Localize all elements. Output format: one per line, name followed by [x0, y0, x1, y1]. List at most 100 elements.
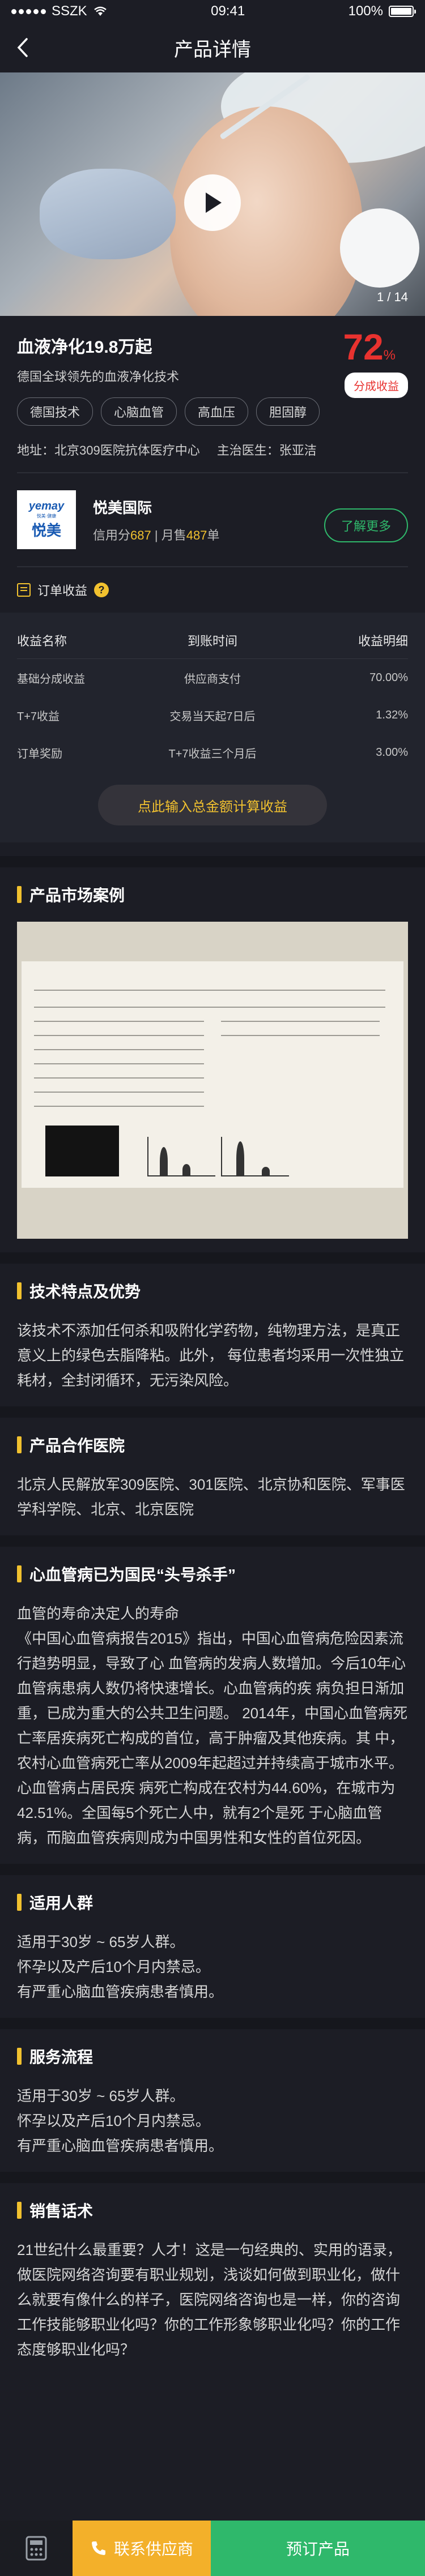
table-cell: 供应商支付	[184, 673, 241, 686]
section-body: 该技术不添加任何杀和吸附化学药物，纯物理方法，是真正意义上的绿色去脂降粘。此外，…	[17, 1322, 405, 1389]
section-process: 服务流程 适用于30岁 ~ 65岁人群。 怀孕以及产后10个月内禁忌。 有严重心…	[0, 2018, 425, 2158]
report-line	[34, 1007, 385, 1008]
section-body: 21世纪什么最重要？人才！这是一句经典的、实用的语录，做医院网络咨询要有职业规划…	[17, 2241, 402, 2358]
doctor: 主治医生：张亚洁	[216, 443, 317, 457]
revenue-table: 收益名称 到账时间 收益明细 基础分成收益 供应商支付 70.00% T+7收益…	[0, 613, 425, 842]
section-title: 产品市场案例	[29, 887, 125, 904]
carousel-indicator: 1 / 14	[376, 290, 408, 304]
learn-more-button[interactable]: 了解更多	[324, 508, 408, 542]
table-header-row: 收益名称 到账时间 收益明细	[17, 622, 408, 659]
back-button[interactable]	[10, 35, 35, 60]
section-separator	[0, 2172, 425, 2183]
report-line	[34, 1092, 204, 1093]
contact-label: 联系供应商	[113, 2540, 193, 2558]
section-title: 产品合作医院	[29, 1437, 125, 1454]
histogram-peak	[182, 1164, 190, 1175]
tag[interactable]: 高血压	[185, 397, 249, 426]
logo-text-bottom: 悦美	[31, 521, 61, 539]
hero-video[interactable]: 1 / 14	[0, 72, 425, 316]
tag[interactable]: 胆固醇	[256, 397, 320, 426]
histogram-peak	[262, 1167, 270, 1175]
meta-sep: |	[154, 528, 162, 542]
section-separator	[0, 1406, 425, 1418]
section-title: 销售话术	[29, 2202, 94, 2220]
column-header: 到账时间	[187, 634, 237, 648]
credit-label: 信用分	[93, 528, 131, 542]
product-header: 血液净化19.8万起 德国全球领先的血液净化技术 72% 分成收益 德国技术 心…	[0, 316, 425, 472]
supplier-card: yemay 悦美·健康 悦美 悦美国际 信用分687 | 月售487单 了解更多	[0, 473, 425, 566]
play-icon	[206, 192, 222, 213]
share-percent-value: 72	[343, 327, 384, 367]
share-percent: 72%	[343, 326, 396, 368]
section-accent-bar	[17, 886, 22, 903]
table-cell: 订单奖励	[17, 747, 62, 760]
address: 地址：北京309医院抗体医疗中心	[17, 443, 200, 457]
histogram-peak	[236, 1141, 244, 1175]
hero-glove-shape	[40, 169, 176, 259]
status-left: SSZK	[11, 3, 108, 19]
column-header: 收益名称	[17, 634, 67, 648]
section-header: 销售话术	[17, 2183, 408, 2237]
report-line	[34, 1077, 204, 1079]
section-accent-bar	[17, 2048, 22, 2065]
revenue-header: 订单收益 ?	[0, 567, 425, 613]
tag[interactable]: 心脑血管	[101, 397, 177, 426]
section-body: 适用于30岁 ~ 65岁人群。 怀孕以及产后10个月内禁忌。 有严重心脑血管疾病…	[17, 2087, 224, 2154]
table-cell: 70.00%	[369, 671, 408, 684]
status-time: 09:41	[211, 3, 245, 19]
logo-text-mid: 悦美·健康	[36, 513, 57, 519]
section-accent-bar	[17, 1565, 22, 1582]
report-scatter-plot	[45, 1126, 119, 1176]
credit-value: 687	[130, 528, 151, 542]
section-title: 技术特点及优势	[29, 1283, 141, 1300]
section-title: 适用人群	[29, 1894, 94, 1912]
supplier-meta: 信用分687 | 月售487单	[93, 525, 219, 544]
help-icon[interactable]: ?	[94, 583, 109, 597]
table-row: 订单奖励 T+7收益三个月后 3.00%	[17, 734, 408, 771]
report-line	[34, 1106, 204, 1107]
column-header: 收益明细	[358, 634, 408, 648]
report-histogram	[147, 1137, 215, 1176]
lab-report-image[interactable]	[17, 922, 408, 1239]
calculate-revenue-button[interactable]: 点此输入总金额计算收益	[98, 785, 327, 825]
book-product-button[interactable]: 预订产品	[211, 2521, 425, 2576]
battery-fill	[390, 8, 411, 15]
phone-icon	[91, 2541, 105, 2555]
page-title: 产品详情	[174, 38, 251, 61]
table-cell: 基础分成收益	[17, 673, 85, 686]
section-header: 服务流程	[17, 2029, 408, 2083]
status-right: 100%	[348, 3, 416, 19]
section-header: 技术特点及优势	[17, 1264, 408, 1318]
section-body: 适用于30岁 ~ 65岁人群。 怀孕以及产后10个月内禁忌。 有严重心脑血管疾病…	[17, 1933, 224, 2000]
share-percent-unit: %	[383, 348, 396, 363]
section-accent-bar	[17, 1894, 22, 1911]
tag[interactable]: 德国技术	[17, 397, 94, 426]
table-row: T+7收益 交易当天起7日后 1.32%	[17, 696, 408, 734]
report-line	[34, 1063, 204, 1064]
carrier-label: SSZK	[52, 3, 87, 19]
sold-value: 487	[186, 528, 207, 542]
supplier-name: 悦美国际	[93, 499, 152, 516]
hero-pad-shape	[340, 208, 419, 288]
section-accent-bar	[17, 2202, 22, 2219]
section-title: 心血管病已为国民“头号杀手”	[29, 1566, 236, 1584]
share-badge: 分成收益	[345, 373, 408, 398]
report-histogram	[221, 1137, 289, 1176]
section-title: 服务流程	[29, 2048, 94, 2066]
section-market-case: 产品市场案例	[0, 856, 425, 1239]
play-button[interactable]	[184, 174, 241, 231]
calculator-button[interactable]	[0, 2521, 73, 2576]
report-line	[34, 1035, 204, 1036]
signal-icon	[11, 8, 46, 14]
section-separator	[0, 856, 425, 867]
section-separator	[0, 1864, 425, 1875]
contact-supplier-button[interactable]: 联系供应商	[73, 2521, 211, 2576]
sold-unit: 单	[207, 528, 220, 542]
table-row: 基础分成收益 供应商支付 70.00%	[17, 659, 408, 696]
section-separator	[0, 1535, 425, 1547]
report-line	[34, 990, 385, 991]
supplier-logo: yemay 悦美·健康 悦美	[17, 490, 76, 549]
report-line	[34, 1021, 204, 1022]
order-icon	[17, 583, 31, 597]
calculator-icon	[26, 2536, 47, 2561]
